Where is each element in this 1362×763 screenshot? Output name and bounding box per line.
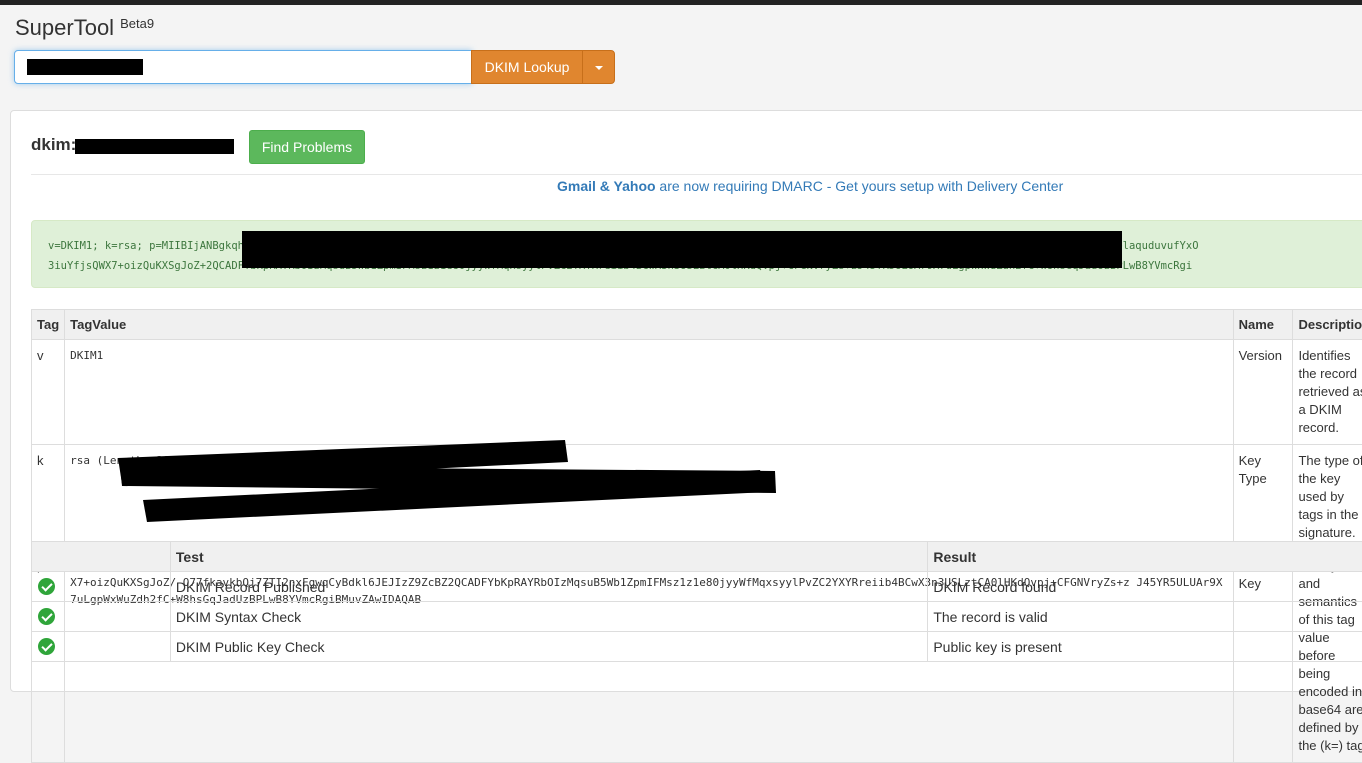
status-cell (32, 602, 171, 632)
status-cell (32, 572, 171, 602)
test-name-cell: DKIM Record Published (170, 572, 927, 602)
check-circle-icon (38, 608, 55, 625)
column-header: Result (928, 542, 1362, 572)
column-header: Test (170, 542, 927, 572)
test-result-cell: DKIM Record found (928, 572, 1362, 602)
status-cell (32, 632, 171, 662)
test-result-cell: The record is valid (928, 602, 1362, 632)
table-row: DKIM Public Key Check Public key is pres… (32, 632, 1362, 662)
test-results-table: Test Result DKIM Record Published DKIM R… (31, 541, 1362, 662)
table-header-row: Test Result (32, 542, 1362, 572)
column-header (32, 542, 171, 572)
check-circle-icon (38, 578, 55, 595)
table-row: DKIM Record Published DKIM Record found (32, 572, 1362, 602)
table-row: DKIM Syntax Check The record is valid (32, 602, 1362, 632)
test-name-cell: DKIM Syntax Check (170, 602, 927, 632)
test-result-cell: Public key is present (928, 632, 1362, 662)
check-circle-icon (38, 638, 55, 655)
test-name-cell: DKIM Public Key Check (170, 632, 927, 662)
